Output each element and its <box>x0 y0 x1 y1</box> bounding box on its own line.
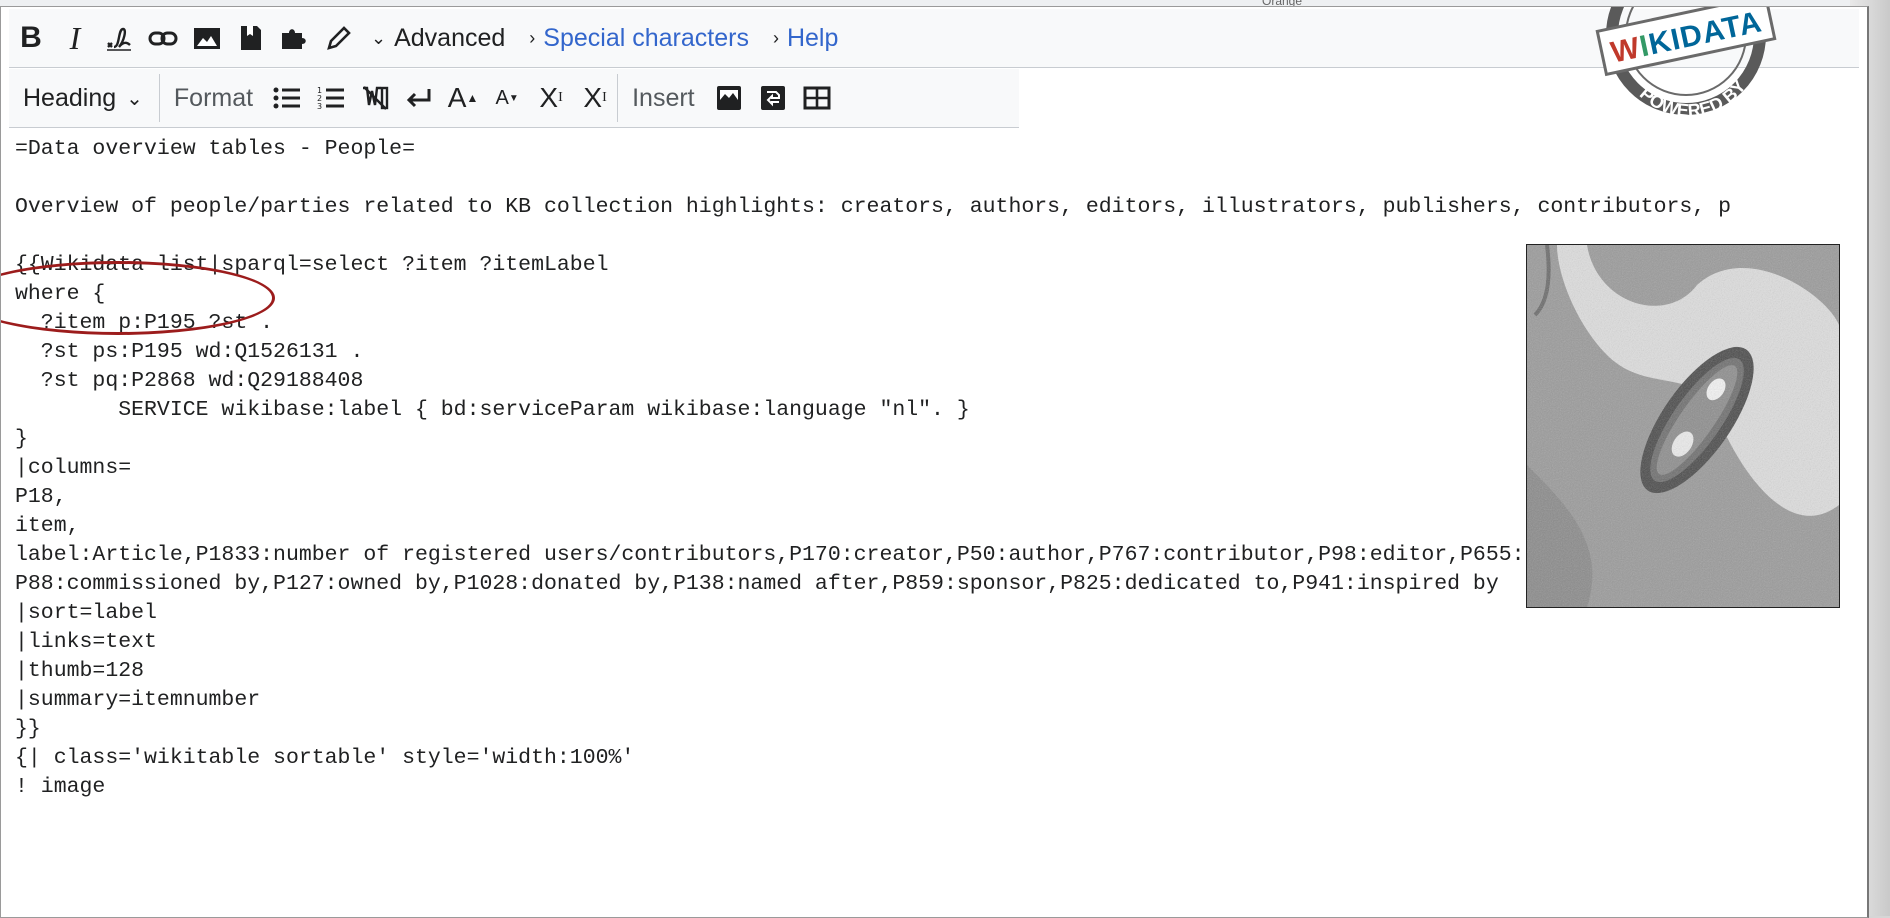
table-button[interactable] <box>795 74 839 122</box>
reference-button[interactable] <box>229 14 273 62</box>
big-text-button[interactable]: A ▲ <box>441 74 485 122</box>
no-wiki-button[interactable] <box>353 74 397 122</box>
heading-dropdown[interactable]: Heading ⌄ <box>9 74 160 122</box>
gallery-button[interactable] <box>707 74 751 122</box>
newline-icon <box>406 89 431 108</box>
bacterium-image <box>1527 245 1839 607</box>
pencil-icon <box>327 26 351 50</box>
draw-button[interactable] <box>317 14 361 62</box>
help-label: Help <box>786 23 839 52</box>
bookmark-icon <box>241 26 261 50</box>
editor-toolbar-advanced: Heading ⌄ Format 123 A ▲ A ▼ XI XI Insert <box>9 69 1019 128</box>
redirect-icon <box>760 86 785 110</box>
link-icon <box>148 31 178 46</box>
toolbar-group-basic: B I ⌄ Advanced › Special characters › He… <box>9 9 858 67</box>
stamp-bottom-text: POWERED BY <box>1636 76 1750 120</box>
table-icon <box>803 86 831 110</box>
special-characters-toggle[interactable]: › Special characters <box>519 14 763 62</box>
chevron-down-icon: ⌄ <box>371 27 387 48</box>
image-icon <box>194 28 220 49</box>
superscript-button[interactable]: XI <box>529 74 573 122</box>
chevron-right-icon: › <box>772 27 779 48</box>
redirect-button[interactable] <box>751 74 795 122</box>
code-line: |summary=itemnumber <box>15 688 261 712</box>
bullet-list-button[interactable] <box>265 74 309 122</box>
wikitext-editor: B I ⌄ Advanced › Special characters › He… <box>0 6 1869 918</box>
signature-button[interactable] <box>97 14 141 62</box>
chevron-right-icon: › <box>529 27 536 48</box>
advanced-toggle[interactable]: ⌄ Advanced <box>361 14 519 62</box>
numbered-list-icon: 123 <box>317 86 345 111</box>
code-line: |thumb=128 <box>15 659 145 683</box>
svg-text:POWERED BY: POWERED BY <box>1636 76 1750 120</box>
code-line: ! image <box>15 775 106 799</box>
template-button[interactable] <box>273 14 317 62</box>
code-line: }} <box>15 717 41 741</box>
italic-button[interactable]: I <box>53 14 97 62</box>
heading-label: Heading <box>23 83 117 112</box>
subscript-button[interactable]: XI <box>573 74 619 122</box>
numbered-list-button[interactable]: 123 <box>309 74 353 122</box>
puzzle-icon <box>282 29 306 49</box>
gallery-icon <box>716 86 741 110</box>
help-toggle[interactable]: › Help <box>763 14 852 62</box>
bold-button[interactable]: B <box>9 14 53 62</box>
newline-button[interactable] <box>397 74 441 122</box>
small-text-button[interactable]: A ▼ <box>485 74 529 122</box>
nowiki-icon <box>363 86 389 110</box>
insert-label: Insert <box>632 83 695 112</box>
svg-text:3: 3 <box>317 102 322 111</box>
link-button[interactable] <box>141 14 185 62</box>
image-button[interactable] <box>185 14 229 62</box>
code-line: {| class='wikitable sortable' style='wid… <box>15 746 635 770</box>
code-line: |links=text <box>15 630 157 654</box>
chevron-down-icon: ⌄ <box>126 87 143 110</box>
microscopy-image <box>1526 244 1840 608</box>
advanced-label: Advanced <box>394 23 506 52</box>
signature-icon <box>107 27 131 51</box>
special-characters-label: Special characters <box>543 23 749 52</box>
editor-toolbar-main: B I ⌄ Advanced › Special characters › He… <box>9 9 1859 68</box>
bullet-list-icon <box>273 87 301 109</box>
format-label: Format <box>173 83 254 112</box>
powered-by-wikidata-stamp: WIKIDATA POWERED BY <box>1595 7 1777 121</box>
code-line: Overview of people/parties related to KB… <box>15 195 1731 219</box>
